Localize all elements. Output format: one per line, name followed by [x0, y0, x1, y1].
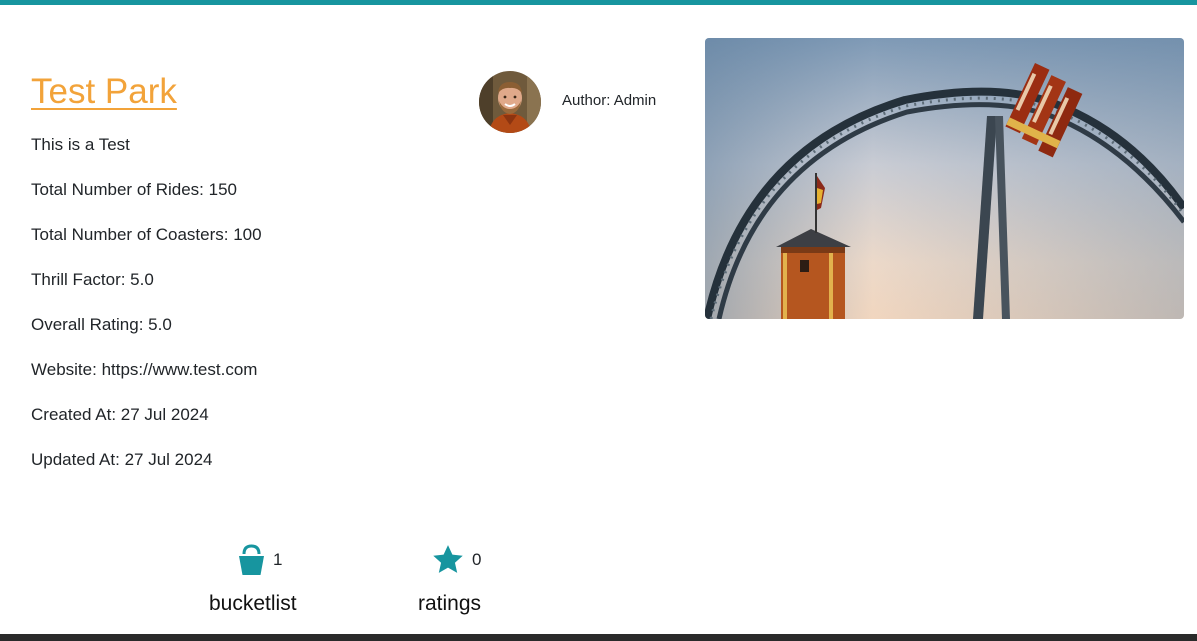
website-row: Website: https://www.test.com — [31, 359, 257, 381]
thrill-factor: Thrill Factor: 5.0 — [31, 270, 154, 289]
total-rides: Total Number of Rides: 150 — [31, 180, 237, 199]
total-coasters: Total Number of Coasters: 100 — [31, 225, 262, 244]
bucketlist-stat[interactable]: 1 bucketlist — [200, 540, 320, 620]
website-link[interactable]: https://www.test.com — [102, 360, 258, 379]
bucketlist-count: 1 — [273, 550, 283, 569]
ratings-count: 0 — [472, 550, 482, 569]
ratings-label: ratings — [418, 592, 482, 615]
park-description: This is a Test — [31, 135, 130, 154]
created-at: Created At: 27 Jul 2024 — [31, 405, 209, 424]
overall-rating: Overall Rating: 5.0 — [31, 315, 172, 334]
star-icon[interactable] — [431, 543, 465, 582]
park-photo — [705, 38, 1184, 319]
park-title-link[interactable]: Test Park — [31, 72, 177, 112]
author-label: Author: Admin — [562, 92, 657, 109]
ratings-stat[interactable]: 0 ratings — [410, 540, 530, 620]
bucket-icon[interactable] — [238, 544, 265, 581]
bucketlist-label: bucketlist — [209, 592, 297, 615]
top-accent-bar — [0, 0, 1197, 5]
author-avatar — [479, 71, 541, 133]
footer-bar — [0, 634, 1197, 641]
updated-at: Updated At: 27 Jul 2024 — [31, 450, 213, 469]
website-prefix: Website: — [31, 360, 102, 379]
